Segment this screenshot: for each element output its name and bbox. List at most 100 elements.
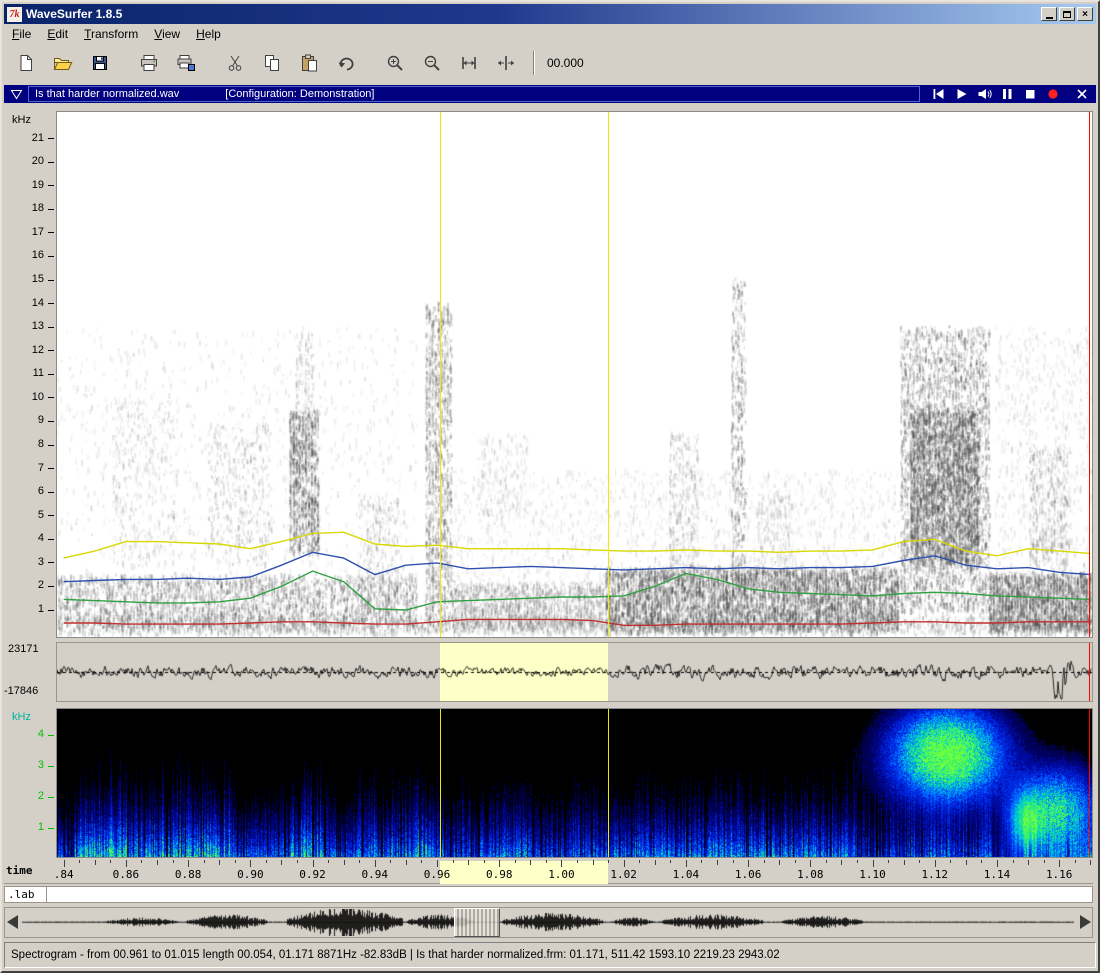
freq-tick-mark: [48, 492, 54, 493]
print-setup-button[interactable]: [172, 50, 200, 76]
menu-file[interactable]: File: [4, 25, 39, 43]
time-tick-mark: [406, 860, 407, 865]
time-tick-label: 0.88: [172, 868, 204, 881]
maximize-button[interactable]: [1059, 7, 1075, 21]
pitch-spectrogram-canvas[interactable]: [57, 709, 1092, 857]
freq-tick-mark: [48, 256, 54, 257]
record-button[interactable]: [1045, 87, 1061, 101]
time-tick-mark: [328, 860, 329, 863]
close-icon: ×: [1082, 9, 1088, 20]
cut-button[interactable]: [221, 50, 249, 76]
time-tick-mark: [841, 860, 842, 865]
freq-tick-mark: [48, 138, 54, 139]
menu-transform[interactable]: Transform: [76, 25, 146, 43]
freq-tick-mark: [48, 185, 54, 186]
time-tick-label: 1.00: [545, 868, 577, 881]
toolbar-separator: [533, 51, 535, 75]
play-all-button[interactable]: [976, 87, 992, 101]
print-button[interactable]: [135, 50, 163, 76]
time-tick-mark: [499, 860, 500, 867]
time-tick-label: 1.14: [981, 868, 1013, 881]
time-tick-mark: [530, 860, 531, 865]
freq-tick-label: 1: [18, 603, 44, 615]
time-tick-mark: [126, 860, 127, 867]
pitch-tick-label: 1: [18, 821, 44, 833]
spectrogram-canvas[interactable]: [57, 112, 1092, 637]
app-icon: 7k: [7, 7, 22, 22]
time-tick-mark: [935, 860, 936, 867]
play-button[interactable]: [953, 87, 969, 101]
time-tick-mark: [313, 860, 314, 867]
undo-button[interactable]: [332, 50, 360, 76]
time-tick-mark: [733, 860, 734, 863]
time-tick-mark: [64, 860, 65, 867]
transcription-pane[interactable]: [4, 886, 1093, 903]
freq-tick-mark: [48, 445, 54, 446]
menu-view[interactable]: View: [146, 25, 188, 43]
time-tick-mark: [950, 860, 951, 863]
title-bar[interactable]: 7k WaveSurfer 1.8.5 ×: [4, 4, 1096, 24]
close-pane-button[interactable]: [1074, 87, 1090, 101]
freq-tick-mark: [48, 610, 54, 611]
time-tick-mark: [1075, 860, 1076, 863]
menu-edit[interactable]: Edit: [39, 25, 76, 43]
pause-icon: [1000, 87, 1014, 101]
pitch-tick-mark: [48, 797, 54, 798]
time-tick-mark: [888, 860, 889, 863]
time-tick-mark: [173, 860, 174, 863]
paste-button[interactable]: [295, 50, 323, 76]
selection-line-end[interactable]: [608, 709, 609, 857]
selection-line-end[interactable]: [608, 112, 609, 637]
time-tick-mark: [266, 860, 267, 863]
stop-button[interactable]: [1022, 87, 1038, 101]
zoom-all-button[interactable]: [492, 50, 520, 76]
freq-tick-mark: [48, 280, 54, 281]
zoom-selection-button[interactable]: [455, 50, 483, 76]
freq-tick-label: 16: [18, 249, 44, 261]
time-tick-mark: [1013, 860, 1014, 863]
undo-arrow-icon: [336, 54, 356, 72]
zoom-out-button[interactable]: [418, 50, 446, 76]
time-tick-mark: [655, 860, 656, 865]
close-button[interactable]: ×: [1077, 7, 1093, 21]
scroll-left-arrow-icon[interactable]: [7, 915, 18, 929]
time-tick-mark: [1059, 860, 1060, 867]
overview-scroll-thumb[interactable]: [454, 908, 500, 937]
overview-waveform-canvas[interactable]: [22, 909, 1074, 936]
time-tick-label: 0.98: [483, 868, 515, 881]
menu-help[interactable]: Help: [188, 25, 229, 43]
copy-button[interactable]: [258, 50, 286, 76]
time-tick-mark: [873, 860, 874, 867]
zoom-in-button[interactable]: [381, 50, 409, 76]
waveform-max-label: 23171: [8, 643, 39, 655]
open-file-button[interactable]: [49, 50, 77, 76]
playback-cursor: [1089, 112, 1090, 637]
scroll-right-arrow-icon[interactable]: [1080, 915, 1091, 929]
save-file-button[interactable]: [86, 50, 114, 76]
pitch-tick-label: 3: [18, 759, 44, 771]
new-document-button[interactable]: [12, 50, 40, 76]
freq-tick-mark: [48, 350, 54, 351]
time-tick-mark: [281, 860, 282, 865]
skip-to-start-button[interactable]: [930, 87, 946, 101]
selection-line-start[interactable]: [440, 112, 441, 637]
pitch-tick-label: 2: [18, 790, 44, 802]
time-tick-mark: [1090, 860, 1091, 865]
freq-tick-mark: [48, 421, 54, 422]
waveform-canvas[interactable]: [57, 643, 1092, 701]
pause-button[interactable]: [999, 87, 1015, 101]
playback-controls: [930, 87, 1090, 101]
pane-title-box[interactable]: Is that harder normalized.wav [Configura…: [28, 86, 920, 102]
time-tick-label: 0.92: [297, 868, 329, 881]
transcription-pane-label: .lab: [8, 888, 35, 901]
time-tick-label: 0.96: [421, 868, 453, 881]
minimize-button[interactable]: [1041, 7, 1057, 21]
freq-tick-label: 15: [18, 273, 44, 285]
pitch-tick-label: 4: [18, 728, 44, 740]
time-tick-mark: [110, 860, 111, 863]
selection-line-start[interactable]: [440, 709, 441, 857]
pane-collapse-icon[interactable]: [10, 89, 23, 100]
cursor-time-display[interactable]: 00.000: [543, 56, 584, 70]
freq-tick-mark: [48, 327, 54, 328]
play-icon: [954, 87, 968, 101]
